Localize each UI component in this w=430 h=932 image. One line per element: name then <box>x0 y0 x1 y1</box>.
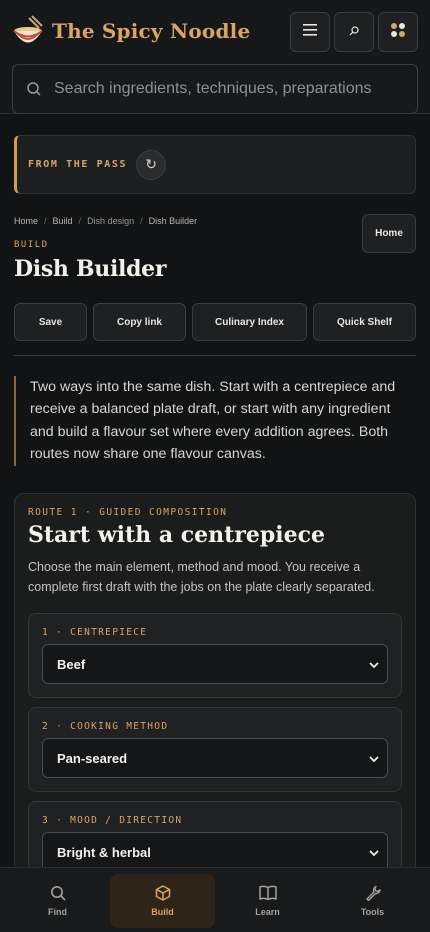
save-button[interactable]: Save <box>14 303 87 341</box>
breadcrumb-dish-design[interactable]: Dish design <box>87 216 134 226</box>
divider <box>14 355 416 356</box>
breadcrumb-current: Dish Builder <box>148 216 198 226</box>
brand[interactable]: The Spicy Noodle <box>12 14 250 48</box>
select-value: Pan-seared <box>57 750 128 766</box>
hamburger-icon <box>303 23 317 41</box>
field-label: 1 · CENTREPIECE <box>42 627 148 638</box>
search-icon <box>50 885 66 903</box>
cooking-method-select[interactable]: Pan-seared <box>42 738 388 778</box>
mood-direction-select[interactable]: Bright & herbal <box>42 832 388 872</box>
pass-label: FROM THE PASS <box>28 159 128 170</box>
breadcrumb: Home / Build / Dish design / Dish Builde… <box>14 216 198 226</box>
refresh-icon: ↻ <box>145 156 157 172</box>
copy-link-button[interactable]: Copy link <box>93 303 186 341</box>
search-icon <box>26 81 42 97</box>
chevron-down-icon <box>369 751 379 766</box>
nav-find[interactable]: Find <box>5 874 110 928</box>
nav-label: Find <box>48 907 67 917</box>
centrepiece-select[interactable]: Beef <box>42 644 388 684</box>
culinary-index-button[interactable]: Culinary Index <box>192 303 307 341</box>
select-value: Bright & herbal <box>57 844 151 860</box>
select-value: Beef <box>57 656 86 672</box>
refresh-button[interactable]: ↻ <box>136 149 167 180</box>
nav-learn[interactable]: Learn <box>215 874 320 928</box>
apps-button[interactable] <box>378 12 418 52</box>
home-button[interactable]: Home <box>362 214 416 253</box>
wrench-icon <box>365 885 381 903</box>
apps-grid-icon <box>390 22 406 43</box>
bottom-nav: Find Build Learn Tools <box>0 867 430 932</box>
chevron-down-icon <box>369 657 379 672</box>
intro-text: Two ways into the same dish. Start with … <box>14 376 416 466</box>
nav-label: Tools <box>360 907 385 917</box>
centrepiece-field: 1 · CENTREPIECE Beef <box>28 613 402 698</box>
app-header: The Spicy Noodle <box>0 0 430 114</box>
breadcrumb-build[interactable]: Build <box>53 216 73 226</box>
page-title: Dish Builder <box>14 256 167 282</box>
from-the-pass-card: FROM THE PASS ↻ <box>14 135 416 194</box>
nav-label: Build <box>151 907 174 917</box>
route-title: Start with a centrepiece <box>28 522 326 548</box>
field-label: 3 · MOOD / DIRECTION <box>42 815 183 826</box>
noodle-bowl-icon <box>12 14 46 48</box>
route-description: Choose the main element, method and mood… <box>28 560 375 594</box>
cube-icon <box>155 885 171 903</box>
cooking-method-field: 2 · COOKING METHOD Pan-seared <box>28 707 402 792</box>
brand-title: The Spicy Noodle <box>52 19 251 43</box>
header-search-button[interactable] <box>334 12 374 52</box>
search-icon <box>349 23 359 41</box>
page-eyebrow: BUILD <box>14 240 49 250</box>
nav-label: Learn <box>255 907 280 917</box>
nav-build[interactable]: Build <box>110 874 215 928</box>
field-label: 2 · COOKING METHOD <box>42 721 169 732</box>
chevron-down-icon <box>369 845 379 860</box>
breadcrumb-home[interactable]: Home <box>14 216 38 226</box>
route-eyebrow: ROUTE 1 · GUIDED COMPOSITION <box>28 507 228 518</box>
quick-shelf-button[interactable]: Quick Shelf <box>313 303 416 341</box>
nav-tools[interactable]: Tools <box>320 874 425 928</box>
menu-button[interactable] <box>290 12 330 52</box>
search-input[interactable] <box>54 80 374 98</box>
search-bar <box>12 64 418 114</box>
book-icon <box>258 885 277 903</box>
route-1-card: ROUTE 1 · GUIDED COMPOSITION Start with … <box>14 493 416 913</box>
